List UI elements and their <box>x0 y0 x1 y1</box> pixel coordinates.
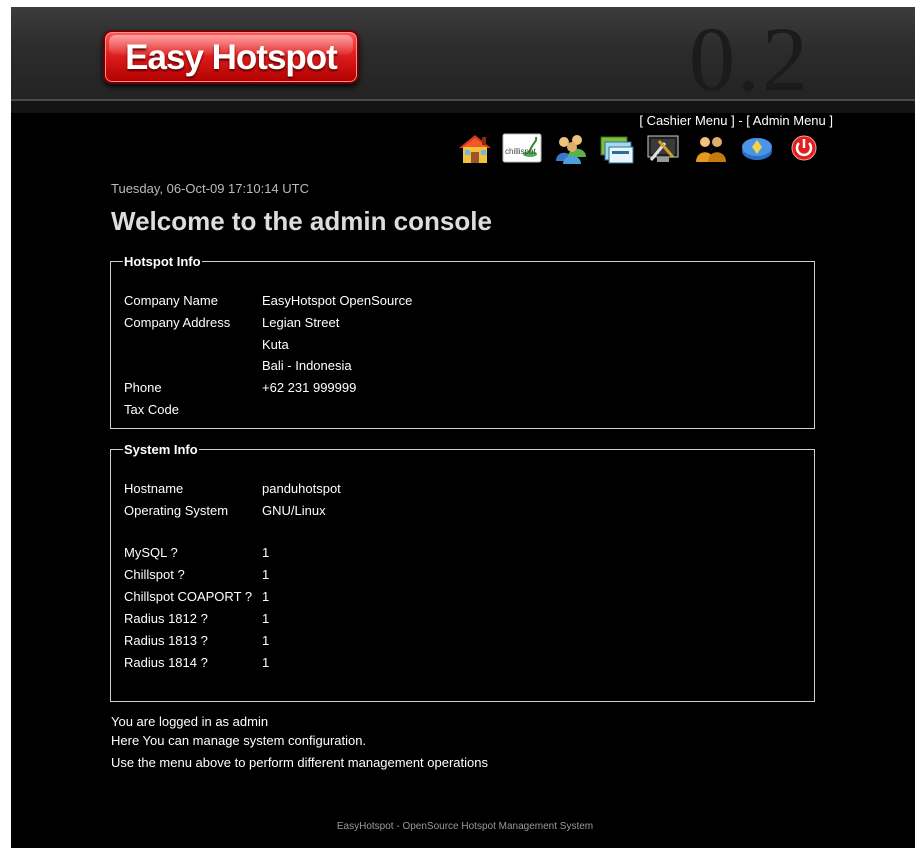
os-label: Operating System <box>124 503 229 518</box>
use-menu-message: Use the menu above to perform different … <box>111 755 488 770</box>
chillspot-coaport-value: 1 <box>262 589 270 604</box>
version-number: 0.2 <box>689 8 810 110</box>
header: Easy Hotspot 0.2 <box>11 7 915 109</box>
logo-text: Easy Hotspot <box>125 38 338 77</box>
logout-icon[interactable] <box>787 133 821 165</box>
company-address-line3: Bali - Indonesia <box>262 358 352 373</box>
copyright-footer: EasyHotspot - OpenSource Hotspot Managem… <box>336 821 594 832</box>
company-name-value: EasyHotspot OpenSource <box>262 293 413 308</box>
app-window: Easy Hotspot 0.2 [ Cashier Menu ] - [ Ad… <box>11 7 915 848</box>
tools-icon[interactable] <box>645 133 679 165</box>
cashier-menu-link[interactable]: [ Cashier Menu ] <box>639 113 734 128</box>
about-icon[interactable] <box>739 133 773 165</box>
radius-1814-value: 1 <box>262 655 270 670</box>
logged-in-message: You are logged in as admin <box>111 714 269 729</box>
os-value: GNU/Linux <box>262 503 326 518</box>
phone-label: Phone <box>124 380 162 395</box>
company-address-line1: Legian Street <box>262 315 340 330</box>
company-address-line2: Kuta <box>262 337 289 352</box>
page-title: Welcome to the admin console <box>111 206 492 236</box>
radius-1812-value: 1 <box>262 611 270 626</box>
easyhotspot-logo[interactable]: Easy Hotspot <box>103 30 359 84</box>
radius-1812-label: Radius 1812 ? <box>124 611 208 626</box>
icon-toolbar: chillispot <box>457 133 827 167</box>
hostname-label: Hostname <box>124 481 184 496</box>
radius-1814-label: Radius 1814 ? <box>124 655 208 670</box>
manage-message: Here You can manage system configuration… <box>111 733 367 748</box>
chillspot-value: 1 <box>262 567 270 582</box>
company-address-label: Company Address <box>124 315 231 330</box>
groups-icon[interactable] <box>693 133 727 165</box>
home-icon[interactable] <box>457 133 491 165</box>
system-info-legend: System Info <box>124 442 198 457</box>
chillspot-label: Chillspot ? <box>124 567 185 582</box>
chillspot-coaport-label: Chillspot COAPORT ? <box>124 589 253 604</box>
mysql-value: 1 <box>262 545 270 560</box>
header-divider <box>11 99 915 113</box>
radius-1813-label: Radius 1813 ? <box>124 633 208 648</box>
menu-separator: - <box>734 113 747 128</box>
radius-1813-value: 1 <box>262 633 270 648</box>
phone-value: +62 231 999999 <box>262 380 357 395</box>
mysql-label: MySQL ? <box>124 545 178 560</box>
current-date: Tuesday, 06-Oct-09 17:10:14 UTC <box>111 181 309 196</box>
users-icon[interactable] <box>553 133 587 165</box>
hotspot-info-legend: Hotspot Info <box>124 254 201 269</box>
system-info-panel: System Info Hostname panduhotspot Operati… <box>110 442 815 702</box>
vouchers-icon[interactable] <box>599 133 634 165</box>
hotspot-info-panel: Hotspot Info Company Name EasyHotspot Ope… <box>110 254 815 429</box>
hostname-value: panduhotspot <box>262 481 341 496</box>
tax-code-label: Tax Code <box>124 402 179 417</box>
chillispot-icon[interactable]: chillispot <box>502 133 542 165</box>
admin-menu-link[interactable]: [ Admin Menu ] <box>746 113 833 128</box>
top-menu: [ Cashier Menu ] - [ Admin Menu ] <box>639 113 833 128</box>
chillispot-label: chillispot <box>505 147 536 156</box>
company-name-label: Company Name <box>124 293 218 308</box>
